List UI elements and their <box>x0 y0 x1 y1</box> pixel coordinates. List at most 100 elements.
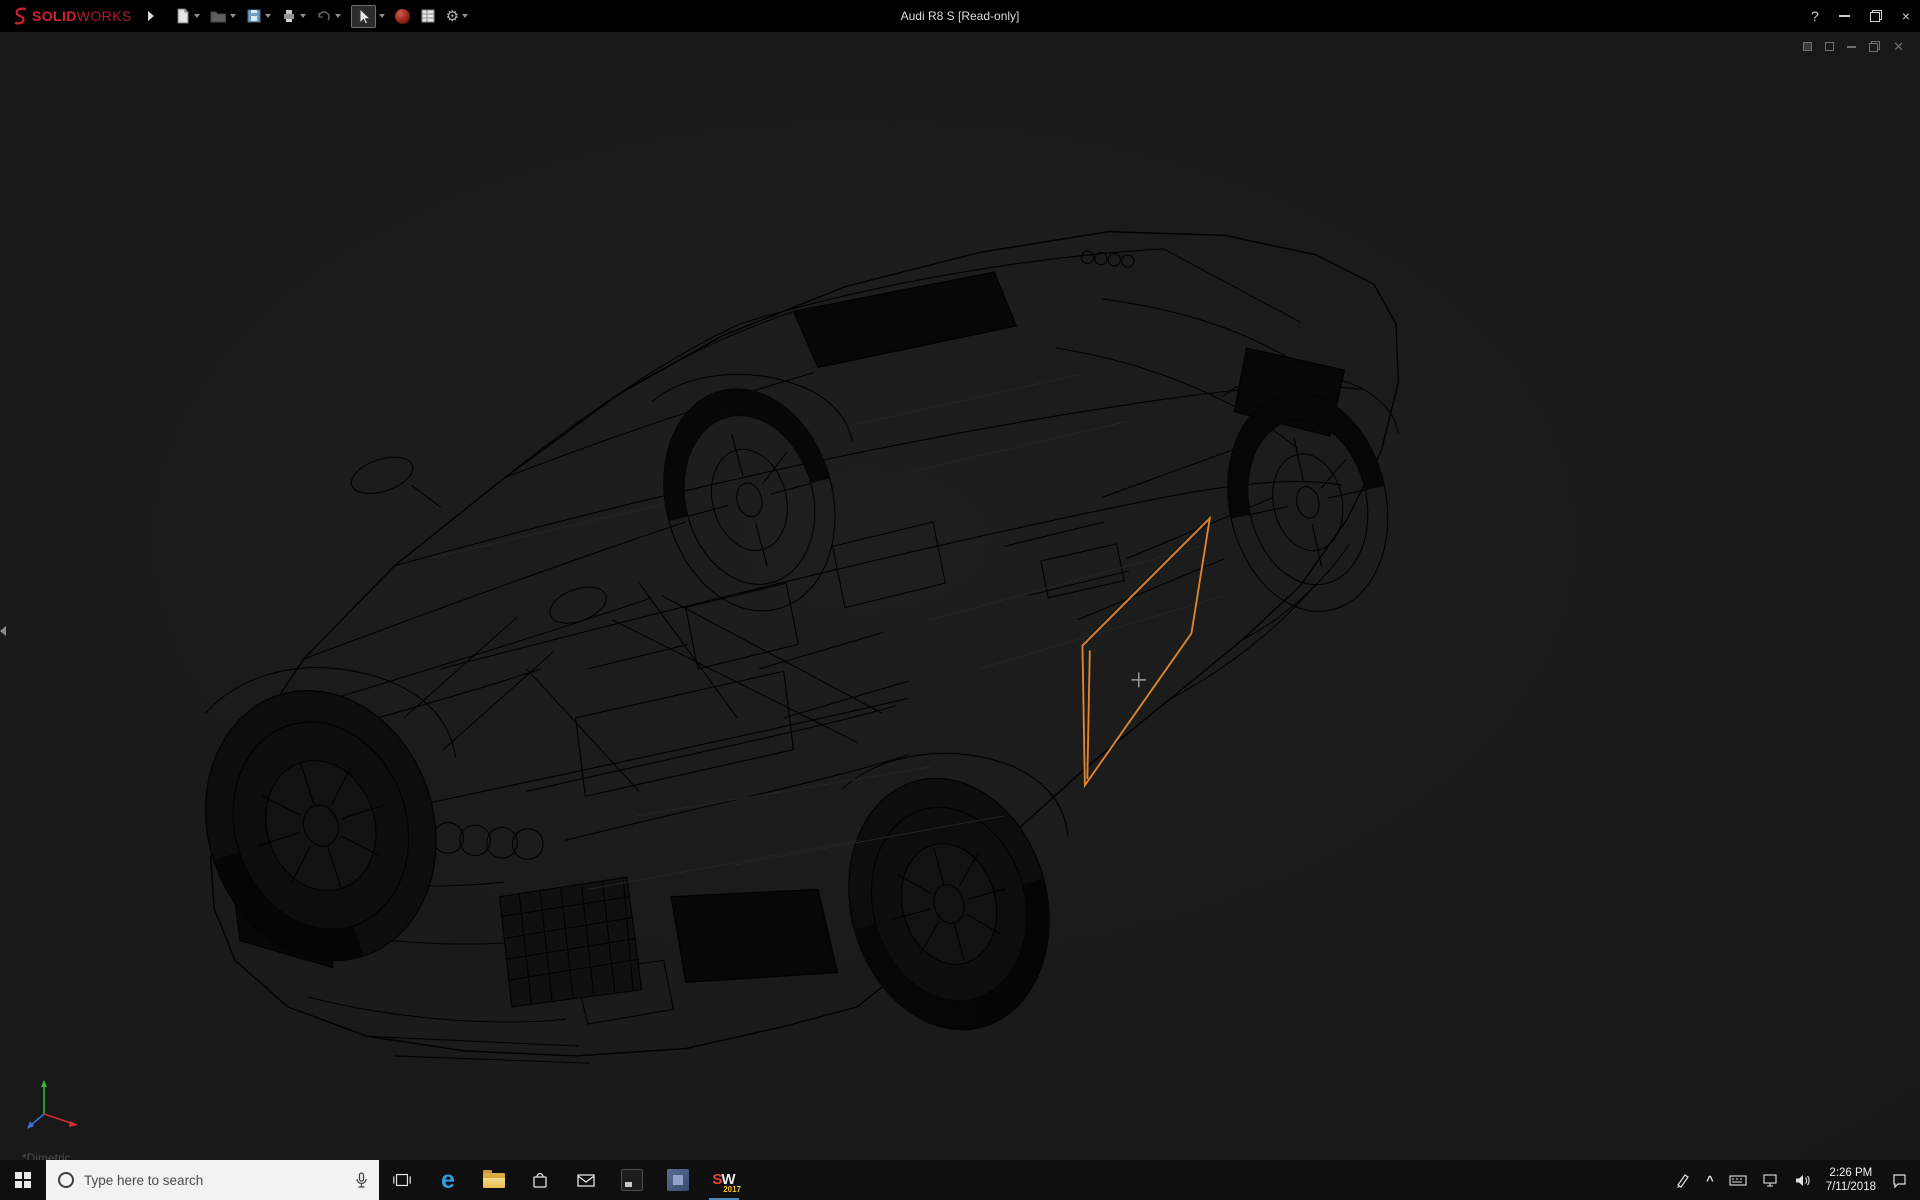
taskbar-app-button-1[interactable] <box>609 1160 655 1200</box>
network-button[interactable] <box>1762 1172 1779 1188</box>
volume-icon <box>1795 1174 1810 1186</box>
save-button[interactable] <box>243 6 274 26</box>
solidworks-2017-icon: SW 2017 <box>712 1171 741 1194</box>
dropdown-caret-icon[interactable] <box>193 14 200 18</box>
app-tile-icon <box>667 1169 689 1191</box>
document-close-button[interactable]: ✕ <box>1893 40 1904 53</box>
dropdown-caret-icon[interactable] <box>378 14 385 18</box>
touch-keyboard-button[interactable] <box>1729 1172 1747 1188</box>
dropdown-caret-icon[interactable] <box>264 14 271 18</box>
document-window-icon-1[interactable] <box>1803 42 1813 51</box>
brand-works: WORKS <box>76 8 132 24</box>
taskbar-app-button-2[interactable] <box>655 1160 701 1200</box>
dropdown-caret-icon[interactable] <box>299 14 306 18</box>
microphone-icon[interactable] <box>354 1171 369 1189</box>
edge-button[interactable]: e <box>425 1160 471 1200</box>
touch-keyboard-icon <box>1729 1175 1747 1186</box>
app-window-icon <box>621 1169 643 1191</box>
car-wireframe-model <box>205 230 1400 1064</box>
design-table-button[interactable] <box>417 6 439 26</box>
print-button[interactable] <box>278 6 309 26</box>
titlebar: SOLID WORKS ⚙ Audi R8 S [Read-only] ? × <box>0 0 1920 32</box>
action-center-button[interactable] <box>1891 1172 1908 1189</box>
graphics-viewport[interactable]: ✕ *Dimetric <box>0 32 1920 1160</box>
document-window-icon-2[interactable] <box>1825 42 1835 51</box>
select-tool-active-box <box>350 4 376 28</box>
task-view-icon <box>393 1173 411 1187</box>
minimize-icon <box>1838 15 1850 17</box>
ds-logo-icon <box>14 7 27 25</box>
help-icon: ? <box>1811 8 1819 24</box>
windows-taskbar: Type here to search e SW 2017 ^ 2:26 PM … <box>0 1160 1920 1200</box>
windows-ink-button[interactable] <box>1675 1172 1691 1188</box>
minimize-button[interactable] <box>1838 15 1850 17</box>
close-icon: ✕ <box>1893 39 1904 54</box>
mail-button[interactable] <box>563 1160 609 1200</box>
chevron-up-icon: ^ <box>1706 1172 1714 1188</box>
dropdown-caret-icon[interactable] <box>334 14 341 18</box>
windows-logo-icon <box>15 1172 31 1188</box>
window-controls: ? × <box>1811 0 1910 32</box>
appearance-button[interactable] <box>392 7 413 26</box>
document-window-controls: ✕ <box>1803 40 1904 53</box>
window-box-icon <box>1803 42 1813 51</box>
design-table-icon <box>421 9 435 23</box>
search-placeholder: Type here to search <box>84 1172 204 1188</box>
selection-cross-marker <box>1131 672 1147 688</box>
restore-icon <box>1869 41 1881 52</box>
help-button[interactable]: ? <box>1811 9 1819 23</box>
save-icon <box>247 9 261 23</box>
open-button[interactable] <box>207 7 239 26</box>
appearance-sphere-icon <box>394 8 410 24</box>
window-box-icon <box>1825 42 1835 51</box>
close-button[interactable]: × <box>1902 9 1910 23</box>
solidworks-year-badge: 2017 <box>723 1185 741 1194</box>
select-cursor-icon <box>359 7 371 25</box>
undo-icon <box>317 11 330 21</box>
tray-time: 2:26 PM <box>1829 1167 1873 1179</box>
dropdown-caret-icon[interactable] <box>229 14 236 18</box>
document-restore-button[interactable] <box>1869 41 1881 52</box>
document-minimize-button[interactable] <box>1847 45 1857 48</box>
restore-icon <box>1869 10 1882 22</box>
print-icon <box>283 10 294 22</box>
file-explorer-button[interactable] <box>471 1160 517 1200</box>
open-folder-icon <box>210 11 226 22</box>
pen-icon <box>1677 1174 1689 1188</box>
minimize-icon <box>1847 45 1857 48</box>
select-tool-button[interactable] <box>348 3 388 30</box>
store-bag-icon <box>533 1172 547 1188</box>
cortana-icon <box>58 1172 74 1188</box>
start-button[interactable] <box>0 1160 46 1200</box>
menu-expand-arrow-icon[interactable] <box>147 11 154 21</box>
volume-button[interactable] <box>1794 1173 1811 1188</box>
edge-icon: e <box>441 1165 455 1194</box>
mail-envelope-icon <box>577 1174 595 1187</box>
task-view-button[interactable] <box>379 1160 425 1200</box>
solidworks-taskbar-button[interactable]: SW 2017 <box>701 1160 747 1200</box>
restore-button[interactable] <box>1869 10 1882 22</box>
store-button[interactable] <box>517 1160 563 1200</box>
taskbar-search-input[interactable]: Type here to search <box>46 1160 379 1200</box>
options-button[interactable]: ⚙ <box>443 7 471 26</box>
new-document-icon <box>177 8 189 24</box>
action-center-icon <box>1893 1173 1906 1188</box>
new-document-button[interactable] <box>172 6 203 26</box>
quick-toolbar: ⚙ <box>172 3 471 30</box>
selected-face-highlight[interactable] <box>1081 515 1212 789</box>
view-orientation-label: *Dimetric <box>22 1151 71 1160</box>
tray-date: 7/11/2018 <box>1825 1181 1876 1193</box>
brand-solid: SOLID <box>32 8 77 24</box>
undo-button[interactable] <box>313 6 344 26</box>
network-icon <box>1763 1174 1777 1187</box>
system-tray: ^ 2:26 PM 7/11/2018 <box>1675 1160 1920 1200</box>
settings-gear-icon: ⚙ <box>445 7 460 25</box>
hidden-icons-button[interactable]: ^ <box>1706 1173 1714 1188</box>
window-title: Audi R8 S [Read-only] <box>900 9 1020 23</box>
solidworks-logo: SOLID WORKS <box>0 6 132 26</box>
dropdown-caret-icon[interactable] <box>462 14 469 18</box>
orientation-triad-icon <box>27 1080 78 1129</box>
taskbar-clock[interactable]: 2:26 PM 7/11/2018 <box>1826 1166 1876 1194</box>
close-icon: × <box>1901 8 1910 24</box>
file-explorer-icon <box>483 1169 505 1188</box>
